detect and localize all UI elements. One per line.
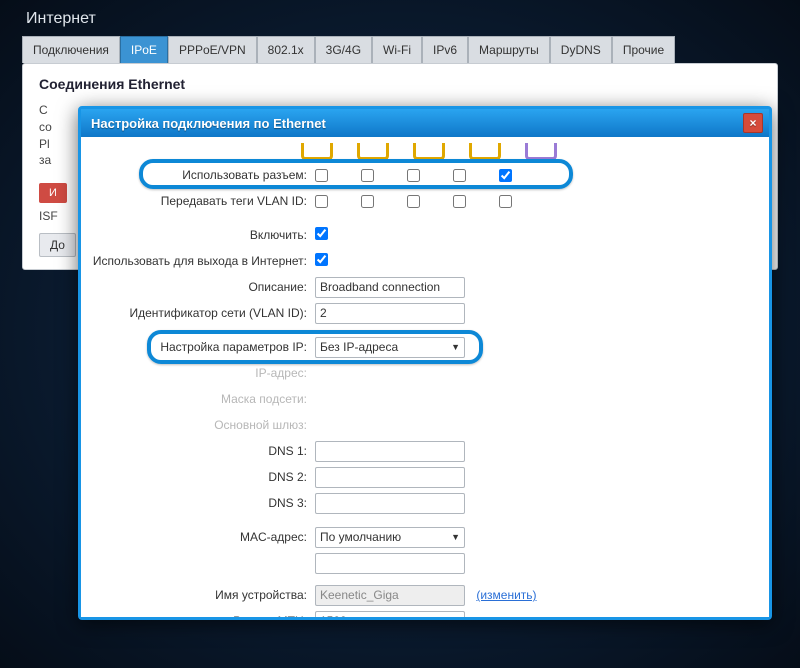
tab-3g4g[interactable]: 3G/4G — [315, 36, 372, 63]
label-dns1: DNS 1: — [91, 444, 315, 458]
use-connector-0[interactable] — [315, 169, 328, 182]
tab-other[interactable]: Прочие — [612, 36, 675, 63]
back-button[interactable]: До — [39, 233, 76, 257]
label-mac: MAC-адрес: — [91, 530, 315, 544]
vlan-tag-0[interactable] — [315, 195, 328, 208]
label-dns2: DNS 2: — [91, 470, 315, 484]
label-description: Описание: — [91, 280, 315, 294]
use-connector-1[interactable] — [361, 169, 374, 182]
tab-ipoe[interactable]: IPoE — [120, 36, 168, 63]
modal-ethernet-config: Настройка подключения по Ethernet × Испо… — [78, 106, 772, 620]
label-vlan-tags: Передавать теги VLAN ID: — [91, 194, 315, 208]
vlan-tag-1[interactable] — [361, 195, 374, 208]
tag-internet: И — [39, 183, 67, 203]
port-icon — [413, 143, 445, 160]
port-icon — [525, 143, 557, 160]
modal-titlebar: Настройка подключения по Ethernet × — [81, 109, 769, 137]
modal-scroll[interactable]: Использовать разъем: Передавать теги VLA… — [81, 137, 769, 617]
label-use-connector: Использовать разъем: — [91, 168, 315, 182]
ip-params-select[interactable]: Без IP-адреса ▼ — [315, 337, 465, 358]
tab-ipv6[interactable]: IPv6 — [422, 36, 468, 63]
ip-params-value: Без IP-адреса — [320, 340, 398, 354]
use-connector-2[interactable] — [407, 169, 420, 182]
mtu-input[interactable] — [315, 611, 465, 618]
use-connector-group — [315, 169, 753, 182]
label-mask: Маска подсети: — [91, 392, 315, 406]
tab-8021x[interactable]: 802.1x — [257, 36, 315, 63]
vlan-id-input[interactable] — [315, 303, 465, 324]
page-title: Интернет — [22, 0, 778, 36]
label-use-internet: Использовать для выхода в Интернет: — [91, 254, 315, 268]
enable-checkbox[interactable] — [315, 227, 328, 240]
use-connector-3[interactable] — [453, 169, 466, 182]
label-ip-addr: IP-адрес: — [91, 366, 315, 380]
vlan-tag-2[interactable] — [407, 195, 420, 208]
close-icon[interactable]: × — [743, 113, 763, 133]
label-device-name: Имя устройства: — [91, 588, 315, 602]
ports-diagram — [301, 143, 753, 160]
chevron-down-icon: ▼ — [451, 532, 460, 542]
label-vlan-id: Идентификатор сети (VLAN ID): — [91, 306, 315, 320]
tab-routes[interactable]: Маршруты — [468, 36, 550, 63]
chevron-down-icon: ▼ — [451, 342, 460, 352]
label-mtu: Размер MTU: — [91, 614, 315, 617]
dns1-input[interactable] — [315, 441, 465, 462]
use-connector-4[interactable] — [499, 169, 512, 182]
mac-value: По умолчанию — [320, 530, 401, 544]
dns2-input[interactable] — [315, 467, 465, 488]
dns3-input[interactable] — [315, 493, 465, 514]
modal-title: Настройка подключения по Ethernet — [91, 116, 326, 131]
change-link[interactable]: (изменить) — [476, 588, 536, 602]
vlan-tag-3[interactable] — [453, 195, 466, 208]
tab-connections[interactable]: Подключения — [22, 36, 120, 63]
use-internet-checkbox[interactable] — [315, 253, 328, 266]
tab-dydns[interactable]: DyDNS — [550, 36, 612, 63]
tab-wifi[interactable]: Wi-Fi — [372, 36, 422, 63]
tab-pppoe[interactable]: PPPoE/VPN — [168, 36, 257, 63]
vlan-tag-4[interactable] — [499, 195, 512, 208]
tabs: Подключения IPoE PPPoE/VPN 802.1x 3G/4G … — [22, 36, 778, 63]
section-title: Соединения Ethernet — [39, 76, 761, 92]
mac-custom-input[interactable] — [315, 553, 465, 574]
label-gateway: Основной шлюз: — [91, 418, 315, 432]
description-input[interactable] — [315, 277, 465, 298]
port-icon — [469, 143, 501, 160]
port-icon — [301, 143, 333, 160]
mac-select[interactable]: По умолчанию ▼ — [315, 527, 465, 548]
device-name-input — [315, 585, 465, 606]
port-icon — [357, 143, 389, 160]
label-enable: Включить: — [91, 228, 315, 242]
label-dns3: DNS 3: — [91, 496, 315, 510]
vlan-tags-group — [315, 195, 753, 208]
label-ip-params: Настройка параметров IP: — [91, 340, 315, 354]
